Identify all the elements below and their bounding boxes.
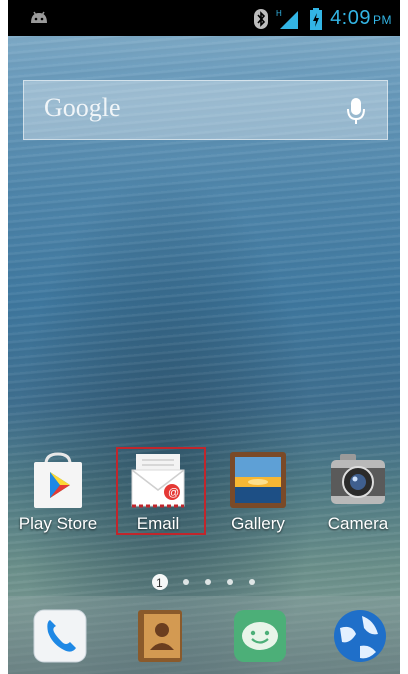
status-ampm: PM <box>373 13 392 27</box>
app-play-store[interactable]: Play Store <box>8 450 108 540</box>
page-dot[interactable] <box>205 579 211 585</box>
browser-icon[interactable] <box>330 606 390 666</box>
page-dot[interactable] <box>227 579 233 585</box>
status-time: 4:09 PM <box>330 7 392 29</box>
app-camera[interactable]: Camera <box>308 450 400 540</box>
google-search-widget[interactable]: Google <box>23 80 388 140</box>
status-bar: H 4:09 PM <box>8 0 400 36</box>
home-screen: H 4:09 PM Google Play Store @ Email Gall… <box>8 0 400 674</box>
svg-text:H: H <box>276 9 282 18</box>
app-label: Camera <box>327 514 389 533</box>
page-indicator[interactable]: 1 <box>8 570 400 594</box>
dock <box>8 596 400 674</box>
app-label: Gallery <box>231 514 285 533</box>
current-page-number: 1 <box>156 576 163 590</box>
mic-icon[interactable] <box>345 96 367 126</box>
play-store-icon <box>34 452 82 508</box>
app-label: Play Store <box>18 514 98 533</box>
app-gallery[interactable]: Gallery <box>208 450 308 540</box>
battery-charging-icon <box>310 7 323 30</box>
google-logo: Google <box>44 93 121 122</box>
page-dot[interactable] <box>183 579 189 585</box>
android-icon <box>31 11 47 23</box>
contacts-icon[interactable] <box>130 606 190 666</box>
camera-icon <box>331 454 385 504</box>
bluetooth-icon <box>254 8 269 29</box>
gallery-icon <box>230 452 286 508</box>
signal-icon: H <box>276 9 299 29</box>
email-selection-box <box>116 447 206 535</box>
messaging-icon[interactable] <box>230 606 290 666</box>
phone-icon[interactable] <box>30 606 90 666</box>
page-dot[interactable] <box>249 579 255 585</box>
